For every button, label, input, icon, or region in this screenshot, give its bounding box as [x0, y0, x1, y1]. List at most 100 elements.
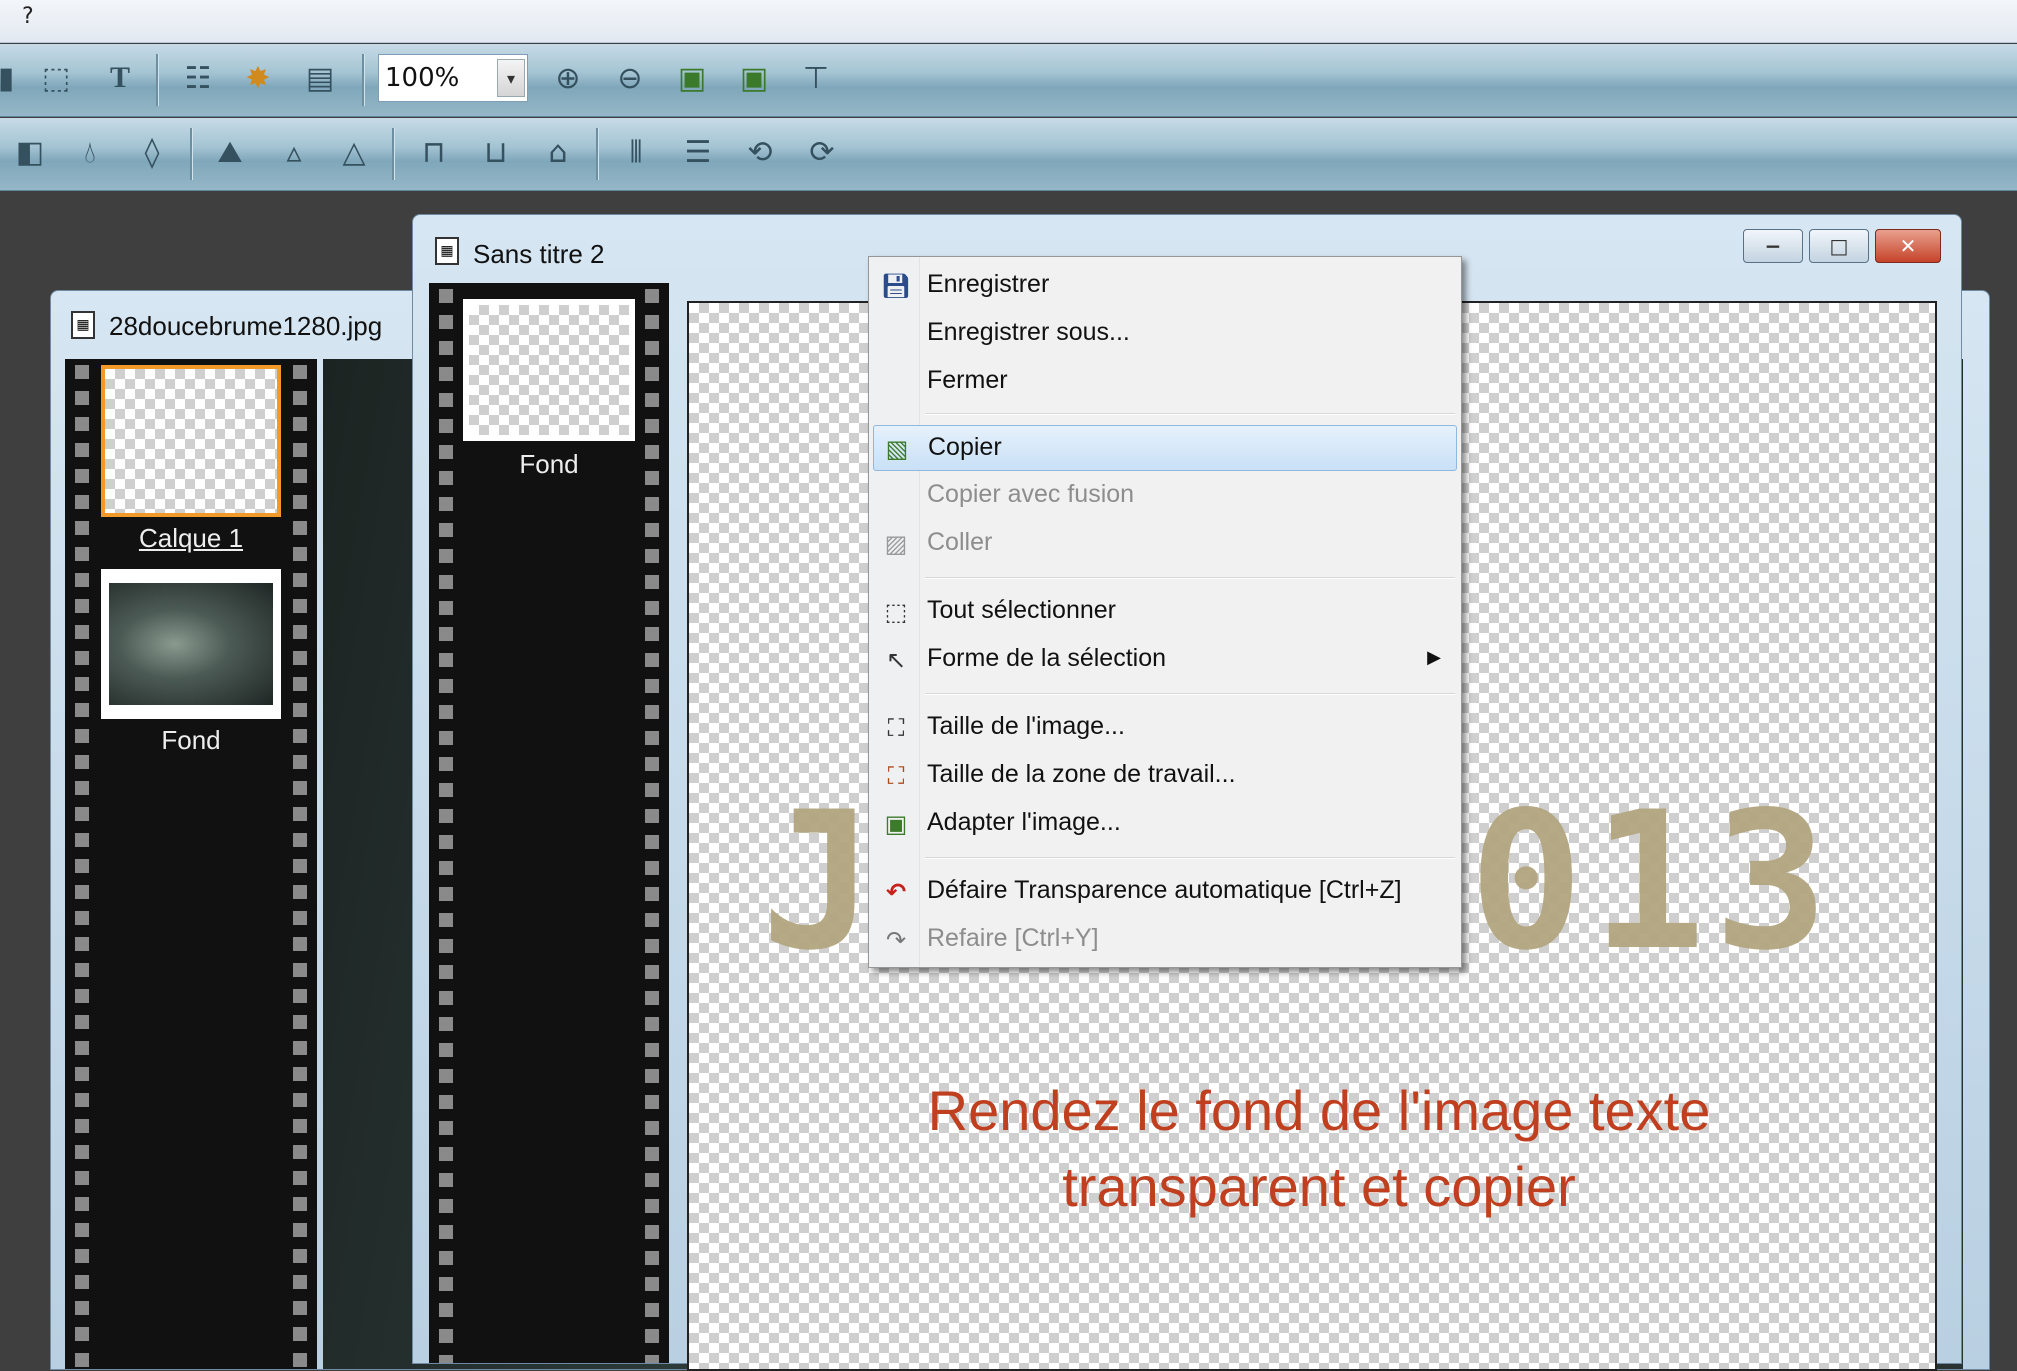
drop-icon[interactable]: 💧︎	[70, 132, 110, 172]
fit-image-icon: ▣	[884, 810, 908, 838]
layer-thumbnail-fond[interactable]	[101, 569, 281, 719]
partial-tool-icon[interactable]: ▮	[0, 58, 26, 98]
app-window: ? ▮ ⬚ T ☷ ✸ ▤ 100% ▾ ⊕ ⊖ ▣ ▣ ⊤ ◧ 💧︎ ◊ ⛰︎…	[0, 0, 2017, 1371]
menu-separator	[925, 693, 1455, 695]
sharpen-more-icon[interactable]: △	[334, 132, 374, 172]
menu-item-enregistrer[interactable]: 💾︎ Enregistrer	[873, 263, 1457, 309]
save-icon: 💾︎	[880, 272, 912, 300]
toolbar-separator	[596, 128, 599, 180]
pointer-icon: ↖	[885, 646, 907, 674]
toolbar-separator	[362, 54, 365, 106]
copy-icon: ▧	[885, 435, 909, 463]
frame-icon[interactable]: ⊓	[414, 132, 454, 172]
text-tool-icon[interactable]: T	[100, 58, 140, 98]
zoom-in-icon[interactable]: ⊕	[548, 58, 588, 98]
menu-item-fermer[interactable]: Fermer	[873, 359, 1457, 405]
menu-item-taille-zone-travail[interactable]: ⛶ Taille de la zone de travail...	[873, 753, 1457, 799]
zoom-value: 100%	[385, 63, 460, 93]
menu-item-coller[interactable]: ▨ Coller	[873, 521, 1457, 567]
menu-separator	[925, 413, 1455, 415]
contrast-icon[interactable]: ◧	[10, 132, 50, 172]
adjust-toolbar: ◧ 💧︎ ◊ ⛰︎ ▵ △ ⊓ ⊔ ⌂ ⫴ ☰ ⟲ ⟳	[0, 118, 2017, 191]
rotate-right-icon[interactable]: ⟳	[802, 132, 842, 172]
menu-item-taille-image[interactable]: ⛶ Taille de l'image...	[873, 705, 1457, 751]
image-size-icon: ⛶	[887, 714, 905, 742]
menu-item-adapter-image[interactable]: ▣ Adapter l'image...	[873, 801, 1457, 847]
menu-item-enregistrer-sous[interactable]: Enregistrer sous...	[873, 311, 1457, 357]
sharpen-icon[interactable]: ▵	[274, 132, 314, 172]
effects-icon[interactable]: ✸	[238, 58, 278, 98]
zoom-out-icon[interactable]: ⊖	[610, 58, 650, 98]
window-title: Sans titre 2	[473, 239, 605, 269]
redo-icon: ↷	[885, 926, 907, 954]
layer-thumbnail-fond[interactable]	[463, 299, 635, 441]
layer-thumbnail-calque1[interactable]	[101, 365, 281, 517]
menu-item-forme-selection[interactable]: ↖ Forme de la sélection ▶	[873, 637, 1457, 683]
context-menu: 💾︎ Enregistrer Enregistrer sous... Ferme…	[868, 256, 1462, 968]
menu-item-tout-selectionner[interactable]: ⬚ Tout sélectionner	[873, 589, 1457, 635]
film-perforation	[69, 359, 95, 1369]
menu-help[interactable]: ?	[22, 4, 34, 29]
close-button[interactable]: ✕	[1875, 229, 1941, 263]
layers-filmstrip: Calque 1 Fond	[65, 359, 317, 1369]
actual-size-icon[interactable]: ▣	[734, 58, 774, 98]
submenu-arrow-icon: ▶	[1427, 647, 1441, 668]
flip-vertical-icon[interactable]: ☰	[678, 132, 718, 172]
maximize-button[interactable]: □	[1809, 229, 1869, 263]
menu-item-label: Copier	[928, 433, 1002, 461]
stamp-icon[interactable]: ⌂	[538, 132, 578, 172]
mountain-icon[interactable]: ⛰︎	[210, 132, 250, 172]
layer-label[interactable]: Fond	[463, 449, 635, 480]
minimize-button[interactable]: −	[1743, 229, 1803, 263]
menu-separator	[925, 577, 1455, 579]
shadow-icon[interactable]: ⊔	[476, 132, 516, 172]
select-all-icon: ⬚	[884, 598, 908, 626]
layer-label[interactable]: Calque 1	[101, 523, 281, 554]
big-title-right: 013	[1469, 771, 1837, 992]
fit-window-icon[interactable]: ▣	[672, 58, 712, 98]
film-perforation	[287, 359, 313, 1369]
menu-item-defaire[interactable]: ↶ Défaire Transparence automatique [Ctrl…	[873, 869, 1457, 915]
selection-tool-icon[interactable]: ⬚	[36, 58, 76, 98]
slideshow-icon[interactable]: ⊤	[796, 58, 836, 98]
layers-tree-icon[interactable]: ☷	[178, 58, 218, 98]
paste-icon: ▨	[884, 530, 908, 558]
layers-filmstrip: Fond	[429, 283, 669, 1363]
menu-bar: ?	[0, 0, 2017, 43]
menu-item-label: Coller	[927, 528, 993, 556]
photo-thumbnail	[109, 583, 273, 705]
toolbar-separator	[392, 128, 395, 180]
layer-label[interactable]: Fond	[101, 725, 281, 756]
menu-item-copier[interactable]: ▧ Copier	[873, 425, 1457, 471]
menu-item-label: Défaire Transparence automatique [Ctrl+Z…	[927, 876, 1402, 904]
instruction-text: Rendez le fond de l'image texte transpar…	[849, 1073, 1789, 1225]
flip-horizontal-icon[interactable]: ⫴	[616, 132, 656, 172]
menu-separator	[925, 857, 1455, 859]
window-icon[interactable]: ▤	[300, 58, 340, 98]
menu-item-refaire[interactable]: ↷ Refaire [Ctrl+Y]	[873, 917, 1457, 963]
chevron-down-icon[interactable]: ▾	[497, 59, 525, 97]
menu-item-label: Taille de la zone de travail...	[927, 760, 1236, 788]
menu-item-label: Copier avec fusion	[927, 480, 1135, 508]
window-title: 28doucebrume1280.jpg	[109, 311, 383, 341]
main-toolbar: ▮ ⬚ T ☷ ✸ ▤ 100% ▾ ⊕ ⊖ ▣ ▣ ⊤	[0, 44, 2017, 117]
instruction-line-1: Rendez le fond de l'image texte	[927, 1079, 1711, 1142]
document-icon: ▦	[435, 237, 459, 265]
menu-item-label: Taille de l'image...	[927, 712, 1125, 740]
menu-item-label: Refaire [Ctrl+Y]	[927, 924, 1099, 952]
menu-item-copier-avec-fusion[interactable]: Copier avec fusion	[873, 473, 1457, 519]
zoom-combobox[interactable]: 100% ▾	[378, 54, 528, 102]
big-title-left: J	[761, 771, 884, 992]
drop-outline-icon[interactable]: ◊	[132, 132, 172, 172]
toolbar-separator	[156, 54, 159, 106]
canvas-size-icon: ⛶	[887, 762, 905, 790]
menu-item-label: Enregistrer sous...	[927, 318, 1130, 346]
menu-item-label: Forme de la sélection	[927, 644, 1167, 672]
film-perforation	[433, 283, 459, 1363]
toolbar-separator	[190, 128, 193, 180]
menu-item-label: Adapter l'image...	[927, 808, 1121, 836]
document-icon: ▦	[71, 311, 95, 339]
rotate-left-icon[interactable]: ⟲	[740, 132, 780, 172]
undo-icon: ↶	[885, 878, 907, 906]
menu-item-label: Enregistrer	[927, 270, 1050, 298]
